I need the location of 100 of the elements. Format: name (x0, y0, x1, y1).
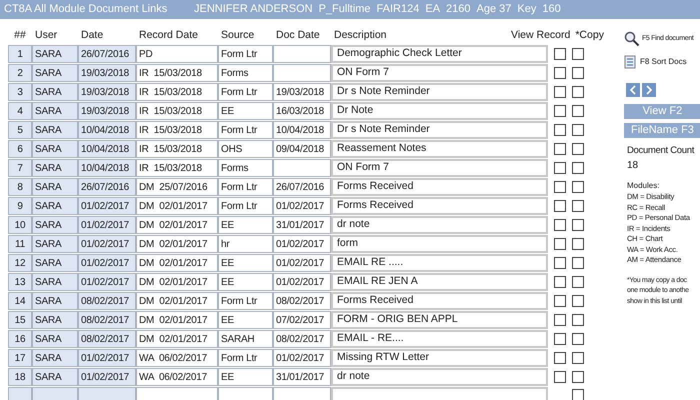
description-field[interactable]: Missing RTW Letter (331, 349, 548, 367)
description-field[interactable]: Dr s Note Reminder (331, 83, 548, 101)
checkbox[interactable] (572, 86, 584, 98)
description-field[interactable]: ON Form 7 (331, 159, 548, 177)
table-cell[interactable]: 01/02/2017 (273, 254, 331, 272)
table-cell[interactable]: 08/02/2017 (273, 330, 331, 348)
description-field[interactable]: Reassement Notes (331, 140, 548, 158)
table-cell[interactable]: DM 02/01/2017 (136, 311, 218, 329)
table-cell[interactable]: IR 15/03/2018 (136, 121, 218, 139)
table-cell[interactable]: EE (218, 254, 273, 272)
checkbox[interactable] (572, 143, 584, 155)
description-field[interactable]: EMAIL - RE.... (331, 330, 548, 348)
checkbox[interactable] (554, 124, 566, 136)
sort-docs-link[interactable]: F8 Sort Docs (640, 56, 687, 68)
table-cell[interactable]: 01/02/2017 (273, 197, 331, 215)
table-cell[interactable]: PD (136, 45, 218, 63)
checkbox[interactable] (554, 371, 566, 383)
table-cell[interactable]: DM 02/01/2017 (136, 292, 218, 310)
checkbox[interactable] (554, 219, 566, 231)
checkbox[interactable] (554, 276, 566, 288)
table-cell[interactable]: EE (218, 102, 273, 120)
description-field[interactable]: form (331, 235, 548, 253)
checkbox[interactable] (572, 200, 584, 212)
table-cell[interactable]: 09/04/2018 (273, 140, 331, 158)
description-field[interactable]: Forms Received (331, 197, 548, 215)
description-field[interactable]: FORM - ORIG BEN APPL (331, 311, 548, 329)
next-button[interactable] (642, 83, 656, 97)
table-cell[interactable]: 01/02/2017 (273, 273, 331, 291)
description-field[interactable]: Forms Received (331, 178, 548, 196)
checkbox[interactable] (572, 314, 584, 326)
checkbox[interactable] (572, 276, 584, 288)
table-cell[interactable]: 31/01/2017 (273, 216, 331, 234)
table-cell[interactable]: IR 15/03/2018 (136, 159, 218, 177)
table-cell[interactable]: Form Ltr (218, 121, 273, 139)
table-cell[interactable]: WA 06/02/2017 (136, 349, 218, 367)
checkbox[interactable] (554, 295, 566, 307)
checkbox[interactable] (572, 105, 584, 117)
checkbox[interactable] (572, 67, 584, 79)
table-cell[interactable]: DM 02/01/2017 (136, 235, 218, 253)
checkbox[interactable] (554, 67, 566, 79)
checkbox[interactable] (554, 257, 566, 269)
table-cell[interactable]: 01/02/2017 (273, 235, 331, 253)
checkbox[interactable] (554, 105, 566, 117)
checkbox[interactable] (554, 333, 566, 345)
checkbox[interactable] (572, 181, 584, 193)
checkbox[interactable] (572, 389, 584, 400)
table-cell[interactable]: DM 02/01/2017 (136, 216, 218, 234)
checkbox[interactable] (554, 162, 566, 174)
table-cell[interactable]: Form Ltr (218, 83, 273, 101)
table-cell[interactable]: DM 02/01/2017 (136, 273, 218, 291)
search-icon[interactable] (624, 31, 640, 47)
checkbox[interactable] (554, 143, 566, 155)
table-cell[interactable]: 08/02/2017 (273, 292, 331, 310)
previous-button[interactable] (626, 83, 640, 97)
table-cell[interactable]: WA 06/02/2017 (136, 368, 218, 386)
table-cell[interactable]: 07/02/2017 (273, 311, 331, 329)
checkbox[interactable] (554, 352, 566, 364)
checkbox[interactable] (572, 238, 584, 250)
table-cell[interactable]: Form Ltr (218, 292, 273, 310)
description-field[interactable]: Forms Received (331, 292, 548, 310)
table-cell[interactable]: EE (218, 273, 273, 291)
table-cell[interactable]: EE (218, 368, 273, 386)
table-cell[interactable]: Form Ltr (218, 178, 273, 196)
table-cell[interactable]: IR 15/03/2018 (136, 64, 218, 82)
table-cell[interactable]: IR 15/03/2018 (136, 102, 218, 120)
description-field[interactable]: Dr Note (331, 102, 548, 120)
table-cell[interactable]: IR 15/03/2018 (136, 140, 218, 158)
description-field[interactable]: Dr s Note Reminder (331, 121, 548, 139)
table-cell[interactable]: DM 25/07/2016 (136, 178, 218, 196)
checkbox[interactable] (572, 48, 584, 60)
table-cell[interactable]: DM 02/01/2017 (136, 197, 218, 215)
checkbox[interactable] (572, 333, 584, 345)
table-cell[interactable]: Forms (218, 64, 273, 82)
table-cell[interactable]: 31/01/2017 (273, 368, 331, 386)
table-cell[interactable]: 19/03/2018 (273, 83, 331, 101)
checkbox[interactable] (554, 86, 566, 98)
checkbox[interactable] (554, 200, 566, 212)
description-field[interactable]: EMAIL RE ..... (331, 254, 548, 272)
checkbox[interactable] (554, 314, 566, 326)
checkbox[interactable] (572, 162, 584, 174)
table-cell[interactable]: OHS (218, 140, 273, 158)
table-cell[interactable]: 01/02/2017 (273, 349, 331, 367)
description-field[interactable]: dr note (331, 368, 548, 386)
description-field[interactable]: dr note (331, 216, 548, 234)
description-field[interactable]: EMAIL RE JEN A (331, 273, 548, 291)
table-cell[interactable]: Form Ltr (218, 45, 273, 63)
sort-icon[interactable] (624, 55, 638, 69)
table-cell[interactable]: EE (218, 216, 273, 234)
table-cell[interactable]: EE (218, 311, 273, 329)
table-cell[interactable]: SARAH (218, 330, 273, 348)
checkbox[interactable] (572, 371, 584, 383)
checkbox[interactable] (554, 238, 566, 250)
checkbox[interactable] (572, 352, 584, 364)
checkbox[interactable] (572, 219, 584, 231)
checkbox[interactable] (572, 124, 584, 136)
table-cell[interactable]: Form Ltr (218, 197, 273, 215)
table-cell[interactable]: 10/04/2018 (273, 121, 331, 139)
table-cell[interactable]: DM 02/01/2017 (136, 330, 218, 348)
checkbox[interactable] (572, 257, 584, 269)
table-cell[interactable]: IR 15/03/2018 (136, 83, 218, 101)
